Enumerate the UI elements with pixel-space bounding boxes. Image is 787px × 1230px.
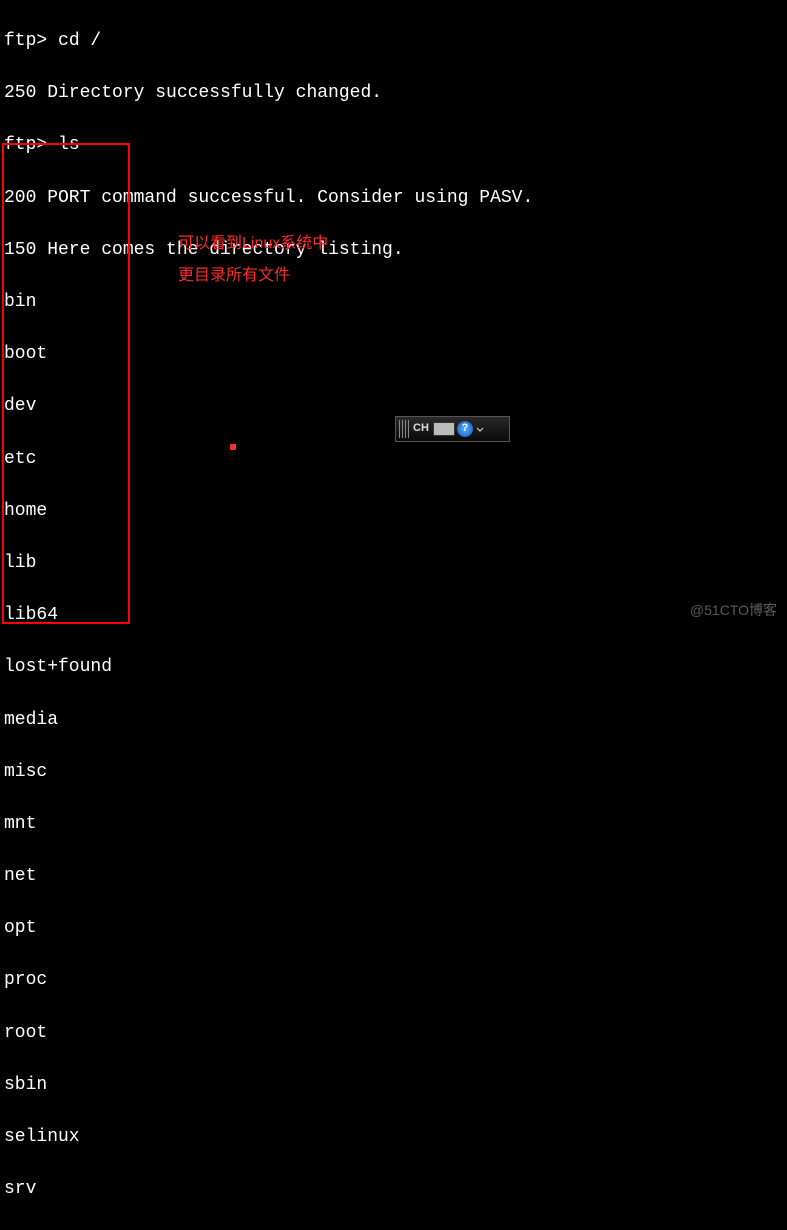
dir-entry: misc [4,759,533,785]
dir-entry: lib [4,550,533,576]
dir-entry: proc [4,967,533,993]
command-cd: cd / [58,31,101,51]
annotation-line2: 更目录所有文件 [178,260,328,292]
ime-language-bar[interactable]: CH ? [395,416,510,442]
dir-entry: selinux [4,1124,533,1150]
ime-dropdown-icon[interactable] [475,424,485,434]
response-port: 200 PORT command successful. Consider us… [4,185,533,211]
dir-entry: sbin [4,1072,533,1098]
ime-grip-icon[interactable] [399,420,409,438]
dir-entry: srv [4,1176,533,1202]
ime-keyboard-icon[interactable] [433,420,455,438]
response-cd: 250 Directory successfully changed. [4,80,533,106]
annotation-text: 可以看到Linux系统中 更目录所有文件 [178,228,328,292]
dir-entry: root [4,1020,533,1046]
dir-entry: etc [4,446,533,472]
dir-entry: opt [4,915,533,941]
dir-entry: lost+found [4,654,533,680]
dir-entry: boot [4,341,533,367]
dir-entry: mnt [4,811,533,837]
dir-entry: net [4,863,533,889]
ftp-prompt: ftp> [4,31,58,51]
terminal-output: ftp> cd / 250 Directory successfully cha… [0,0,537,1230]
ftp-prompt: ftp> [4,135,58,155]
annotation-line1: 可以看到Linux系统中 [178,228,328,260]
dir-entry: bin [4,289,533,315]
command-ls: ls [58,135,80,155]
dir-entry: lib64 [4,602,533,628]
dir-entry: home [4,498,533,524]
dir-entry: media [4,707,533,733]
red-marker-dot [230,444,236,450]
ime-help-icon[interactable]: ? [457,421,473,437]
watermark-text: @51CTO博客 [690,600,777,620]
ime-language-label[interactable]: CH [411,420,431,438]
